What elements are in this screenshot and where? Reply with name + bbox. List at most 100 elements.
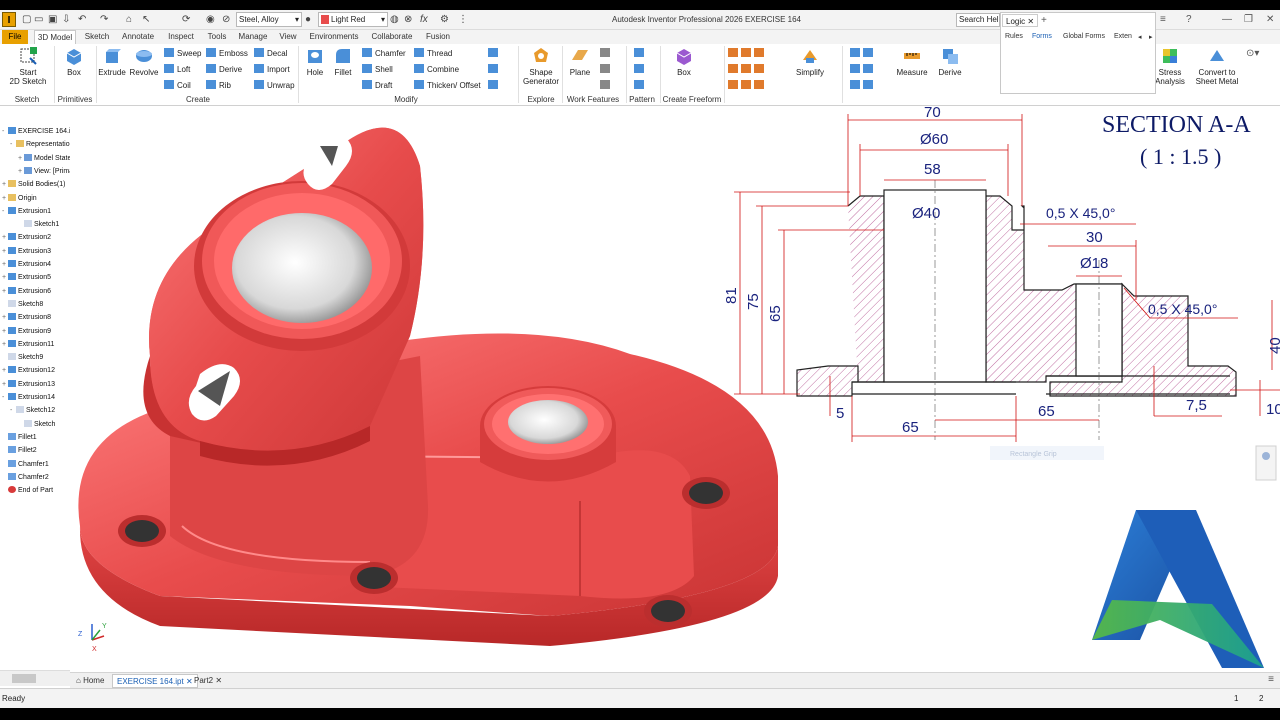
browser-node[interactable]: + Origin [2,193,70,204]
convert-tool-1[interactable] [850,48,876,60]
cart-icon[interactable]: ≡ [1160,13,1166,27]
fx-icon[interactable]: fx [420,13,428,27]
plane-button[interactable]: Plane [558,46,602,77]
surface-tool-1[interactable] [728,48,767,60]
doc-tab-part2[interactable]: Part2 ✕ [190,674,226,688]
scrollbar-thumb[interactable] [12,674,36,683]
tab-menu-icon[interactable]: ≡ [1268,674,1274,685]
browser-node[interactable]: - Extrusion1 [2,206,70,217]
logic-tab-forms[interactable]: Forms [1032,33,1052,40]
draft-button[interactable]: Draft [362,80,392,92]
browser-node[interactable]: + Extrusion11 [2,339,70,350]
material-ball-icon[interactable]: ◉ [206,13,215,27]
open-icon[interactable]: ▭ [34,13,43,27]
start-2d-sketch-button[interactable]: Start 2D Sketch [6,46,50,86]
browser-node[interactable]: + Model State [18,153,70,164]
modify-extra-3[interactable] [488,80,501,92]
search-help-input[interactable]: Search Help [956,13,1000,27]
undo-icon[interactable]: ↶ [78,13,86,27]
chevron-right-icon[interactable]: ▸ [1149,33,1153,41]
tab-environments[interactable]: Environments [306,30,362,44]
logic-tab-external[interactable]: Exten [1114,33,1132,40]
browser-node[interactable]: + Extrusion5 [2,272,70,283]
shape-generator-button[interactable]: Shape Generator [519,46,563,86]
simplify-button[interactable]: Simplify [788,46,832,77]
tab-collaborate[interactable]: Collaborate [368,30,416,44]
browser-node[interactable]: Chamfer1 [2,459,70,470]
chamfer-button[interactable]: Chamfer [362,48,406,60]
mirror-button[interactable] [634,80,647,92]
select-icon[interactable]: ↖ [142,13,150,27]
convert-to-sheet-metal-button[interactable]: Convert to Sheet Metal [1194,46,1240,86]
browser-node[interactable]: Fillet1 [2,432,70,443]
appearance-icon[interactable]: ● [305,13,311,27]
decal-button[interactable]: Decal [254,48,287,60]
browser-node[interactable]: - Sketch12 [10,405,70,416]
browser-node[interactable]: +View: [Primary] [18,166,70,177]
minimize-icon[interactable]: — [1222,13,1232,27]
tab-manage[interactable]: Manage [236,30,270,44]
unwrap-button[interactable]: Unwrap [254,80,295,92]
combine-button[interactable]: Combine [414,64,459,76]
browser-node[interactable]: + Extrusion8 [2,312,70,323]
axis-button[interactable] [600,48,613,60]
inventor-logo-icon[interactable]: I [2,12,16,27]
surface-tool-3[interactable] [728,80,767,92]
coil-button[interactable]: Coil [164,80,191,92]
rib-button[interactable]: Rib [206,80,231,92]
new-icon[interactable]: ▢ [22,13,31,27]
modify-extra-1[interactable] [488,48,501,60]
tab-view[interactable]: View [276,30,300,44]
browser-scrollbar[interactable] [0,670,70,686]
clear-appearance-icon[interactable]: ⊗ [404,13,412,27]
ucs-button[interactable] [600,80,613,92]
thicken-offset-button[interactable]: Thicken/ Offset [414,80,481,92]
import-button[interactable]: Import [254,64,290,76]
circular-pattern-button[interactable] [634,64,647,76]
tab-tools[interactable]: Tools [204,30,230,44]
close-icon[interactable]: ✕ [1266,13,1274,27]
logic-panel-tab[interactable]: Logic ✕ [1002,14,1039,27]
tab-file[interactable]: File [2,30,28,44]
rectangular-pattern-button[interactable] [634,48,647,60]
emboss-button[interactable]: Emboss [206,48,248,60]
revolve-button[interactable]: Revolve [122,46,166,77]
derive-button[interactable]: Derive [206,64,242,76]
ribbon-options-icon[interactable]: ⊙▾ [1246,48,1259,59]
customize-icon[interactable]: ⋮ [458,13,468,27]
browser-node[interactable]: -EXERCISE 164.ipt [2,126,70,137]
loft-button[interactable]: Loft [164,64,190,76]
browser-node[interactable]: + Extrusion3 [2,246,70,257]
view-triad[interactable]: Z X Y [78,623,107,653]
part-model[interactable] [78,127,779,646]
browser-node[interactable]: + Extrusion2 [2,232,70,243]
tab-fusion[interactable]: Fusion [422,30,454,44]
convert-tool-2[interactable] [850,64,876,76]
fillet-button[interactable]: Fillet [321,46,365,77]
convert-tool-3[interactable] [850,80,876,92]
browser-node[interactable]: + Extrusion13 [2,379,70,390]
chevron-left-icon[interactable]: ◂ [1138,33,1142,41]
tab-inspect[interactable]: Inspect [164,30,198,44]
save-icon[interactable]: ▣ [48,13,57,27]
doc-tab-exercise-164[interactable]: EXERCISE 164.ipt ✕ [112,674,198,688]
browser-node[interactable]: - Extrusion14 [2,392,70,403]
help-icon[interactable]: ? [1186,13,1192,27]
freeform-box-button[interactable]: Box [662,46,706,77]
logic-tab-rules[interactable]: Rules [1005,33,1023,40]
point-button[interactable] [600,64,613,76]
graphics-viewport[interactable]: Z X Y 70 Ø60 58 Ø40 0,5 X 45,0° 30 Ø18 0… [70,104,1280,670]
ilogic-icon[interactable]: ⚙ [440,13,449,27]
close-icon[interactable]: ✕ [215,676,222,685]
doc-tab-home[interactable]: ⌂ Home [72,674,108,688]
browser-node[interactable]: Sketch1 [18,219,70,230]
surface-tool-2[interactable] [728,64,767,76]
restore-icon[interactable]: ❐ [1244,13,1253,27]
browser-node[interactable]: End of Part [2,485,70,496]
appearance-dropdown[interactable]: Light Red ▾ [318,12,388,27]
tab-annotate[interactable]: Annotate [118,30,158,44]
browser-node[interactable]: Chamfer2 [2,472,70,483]
redo-icon[interactable]: ↷ [100,13,108,27]
browser-node[interactable]: Sketch9 [2,352,70,363]
thread-button[interactable]: Thread [414,48,452,60]
